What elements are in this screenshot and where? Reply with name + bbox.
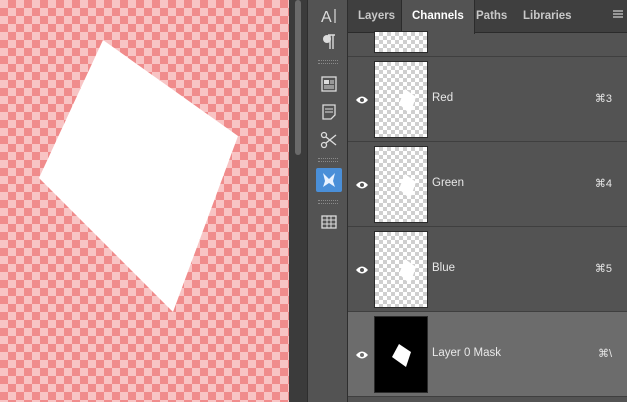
character-text-icon[interactable]: A bbox=[316, 4, 342, 28]
hamburger-menu-icon[interactable] bbox=[611, 8, 625, 22]
channel-row-green[interactable]: Green ⌘4 bbox=[348, 142, 627, 227]
panel-tab-bar: Layers Channels Paths Libraries bbox=[348, 0, 627, 34]
mask-shape-preview bbox=[39, 40, 238, 312]
panel-grip[interactable] bbox=[318, 60, 338, 64]
channel-row-layer-mask[interactable]: Layer 0 Mask ⌘\ bbox=[348, 312, 627, 397]
channel-thumbnail bbox=[374, 146, 428, 223]
document-canvas[interactable] bbox=[0, 0, 289, 402]
canvas-scrollbar-thumb[interactable] bbox=[295, 0, 301, 155]
channel-shortcut: ⌘3 bbox=[594, 93, 612, 105]
channel-name: Red bbox=[432, 92, 454, 104]
channels-panel: Layers Channels Paths Libraries Red ⌘3 G… bbox=[348, 0, 627, 402]
channel-name: Layer 0 Mask bbox=[432, 347, 502, 359]
properties-icon[interactable] bbox=[316, 72, 342, 96]
panel-grip[interactable] bbox=[318, 200, 338, 204]
visibility-eye-icon[interactable] bbox=[355, 178, 369, 190]
visibility-eye-icon[interactable] bbox=[355, 263, 369, 275]
tab-paths[interactable]: Paths bbox=[466, 0, 517, 33]
channel-row-blue[interactable]: Blue ⌘5 bbox=[348, 227, 627, 312]
tab-layers[interactable]: Layers bbox=[348, 0, 405, 33]
tab-channels[interactable]: Channels bbox=[401, 0, 475, 34]
panel-tool-strip: A bbox=[307, 0, 348, 402]
channel-row-red[interactable]: Red ⌘3 bbox=[348, 57, 627, 142]
notes-icon[interactable] bbox=[316, 100, 342, 124]
channel-name: Green bbox=[432, 177, 464, 189]
channel-thumbnail bbox=[374, 316, 428, 393]
paragraph-icon[interactable] bbox=[316, 30, 342, 54]
channel-thumbnail bbox=[374, 231, 428, 308]
channel-shortcut: ⌘4 bbox=[594, 178, 612, 190]
channel-row-composite[interactable] bbox=[348, 31, 627, 57]
channel-thumbnail bbox=[374, 61, 428, 138]
tab-libraries[interactable]: Libraries bbox=[513, 0, 582, 33]
channel-shortcut: ⌘5 bbox=[594, 263, 612, 275]
visibility-eye-icon[interactable] bbox=[355, 348, 369, 360]
channel-shortcut: ⌘\ bbox=[597, 348, 612, 360]
svg-text:A: A bbox=[321, 9, 332, 25]
channel-thumbnail bbox=[374, 31, 428, 53]
visibility-eye-icon[interactable] bbox=[355, 93, 369, 105]
grid-panel-icon[interactable] bbox=[316, 210, 342, 234]
clone-source-icon[interactable] bbox=[316, 168, 342, 192]
panel-grip[interactable] bbox=[318, 158, 338, 162]
channel-name: Blue bbox=[432, 262, 456, 274]
brush-settings-icon[interactable] bbox=[316, 128, 342, 152]
